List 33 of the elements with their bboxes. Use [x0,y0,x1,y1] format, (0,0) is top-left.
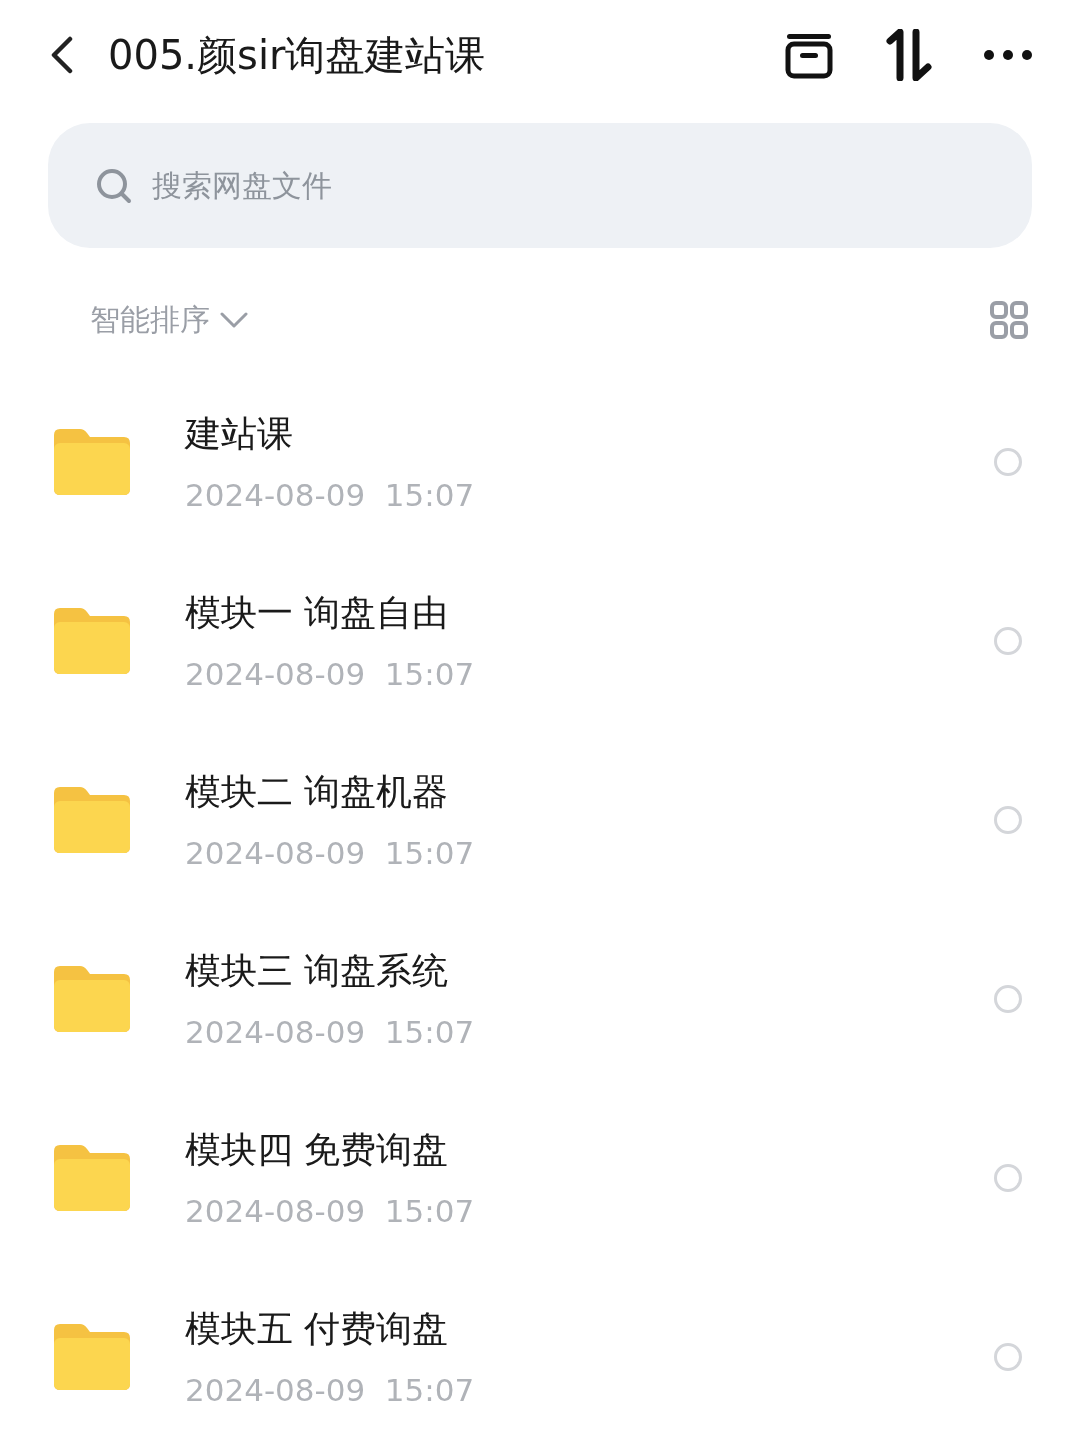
grid-view-icon[interactable] [990,301,1028,339]
select-radio[interactable] [994,805,1022,834]
select-radio[interactable] [994,626,1022,655]
modified-date: 2024-08-09 15:07 [185,1014,476,1050]
folder-icon [54,965,130,1032]
modified-date: 2024-08-09 15:07 [185,1193,476,1229]
select-radio[interactable] [994,984,1022,1013]
folder-name: 模块一 询盘自由 [185,591,450,635]
search-field[interactable]: 搜索网盘文件 [150,167,984,204]
more-icon[interactable] [984,50,1032,60]
folder-name: 模块二 询盘机器 [185,770,450,814]
search-icon [96,167,132,204]
folder-icon [54,428,130,495]
modified-date: 2024-08-09 15:07 [185,656,476,692]
folder-name: 建站课 [185,412,294,456]
search-field[interactable]: 搜索网盘文件 [48,123,1032,248]
folder-icon [54,1144,130,1211]
folder-name: 模块三 询盘系统 [185,949,450,993]
folder-name: 模块四 免费询盘 [185,1128,450,1172]
folder-icon [54,607,130,674]
folder-icon [54,1323,130,1390]
archive-box-icon[interactable] [784,31,834,79]
folder-icon [54,786,130,853]
folder-name: 模块五 付费询盘 [185,1307,450,1351]
select-radio[interactable] [994,447,1022,476]
select-radio[interactable] [994,1163,1022,1192]
sort-dropdown[interactable]: 智能排序 [90,299,248,341]
page-title: 005.颜sir询盘建站课 [108,30,487,80]
modified-date: 2024-08-09 15:07 [185,477,476,513]
chevron-down-icon [220,312,248,328]
modified-date: 2024-08-09 15:07 [185,835,476,871]
modified-date: 2024-08-09 15:07 [185,1372,476,1408]
select-radio[interactable] [994,1342,1022,1371]
